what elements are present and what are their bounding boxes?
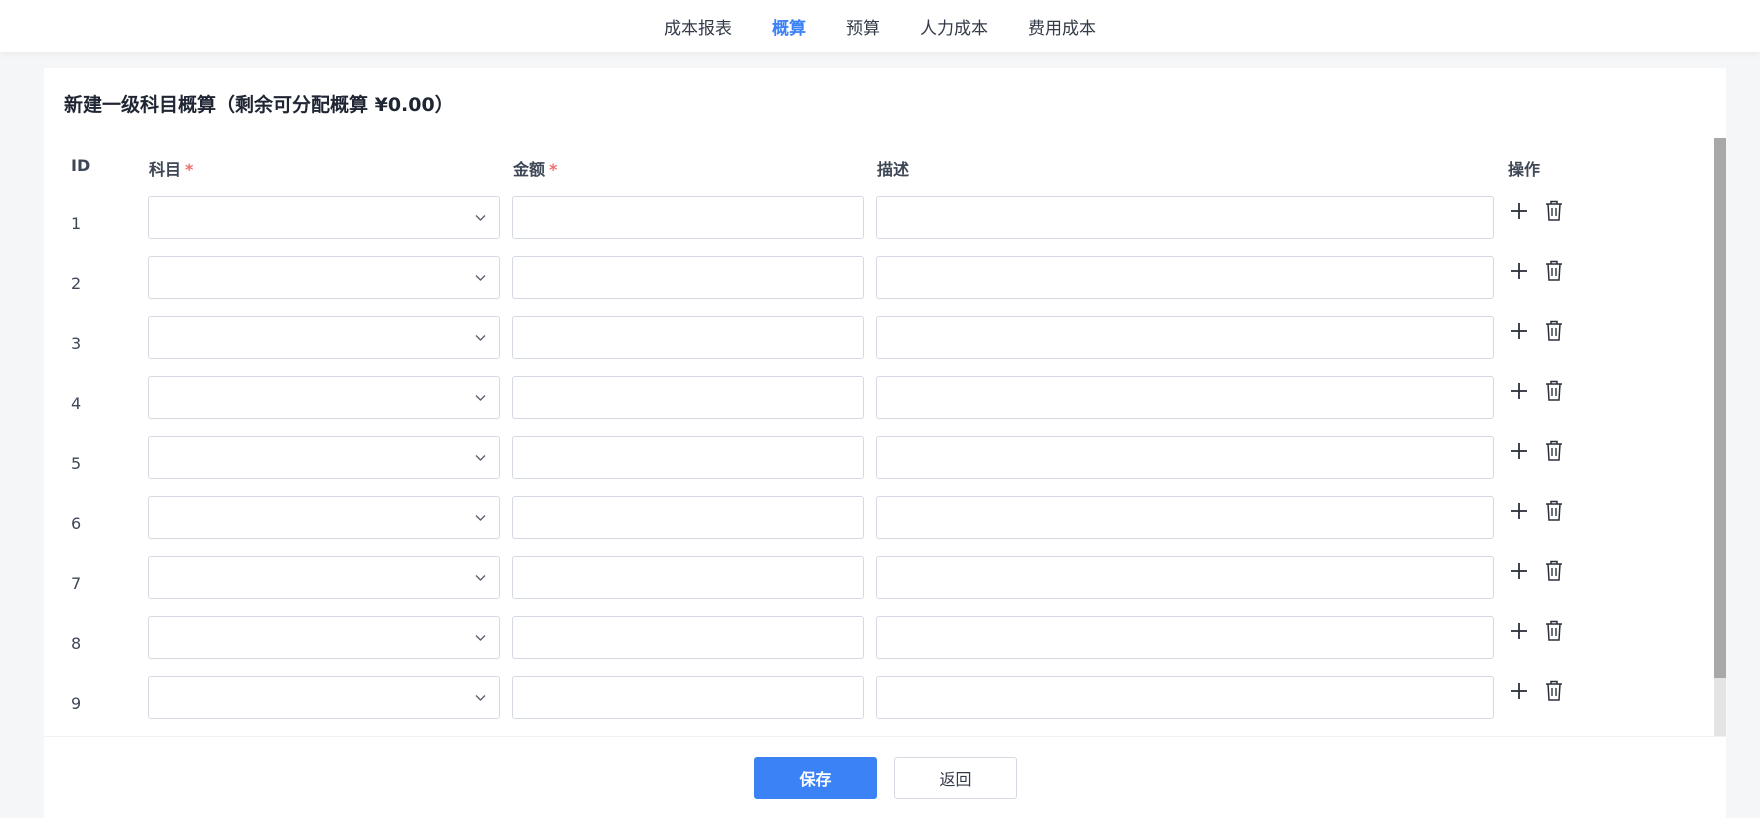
row-id: 4 [71,394,82,413]
amount-input[interactable] [512,256,864,299]
plus-icon[interactable] [1508,560,1530,582]
row-id: 7 [71,574,82,593]
plus-icon[interactable] [1508,260,1530,282]
table-row: 7 [44,552,1714,612]
estimate-table: ID 科目 * 金额 * 描述 操作 1 2 3 4 5 6 7 8 9 [44,138,1726,806]
column-header-subject: 科目 * [149,156,193,180]
chevron-down-icon [475,515,486,521]
plus-icon[interactable] [1508,500,1530,522]
required-mark: * [549,160,558,179]
amount-input[interactable] [512,196,864,239]
description-textarea[interactable] [876,676,1494,719]
subject-select[interactable] [148,196,500,239]
trash-icon[interactable] [1543,619,1565,643]
chevron-down-icon [475,695,486,701]
row-id: 6 [71,514,82,533]
description-textarea[interactable] [876,316,1494,359]
subject-select[interactable] [148,376,500,419]
amount-input[interactable] [512,436,864,479]
column-header-amount: 金额 * [513,156,557,180]
back-button[interactable]: 返回 [894,757,1017,799]
subject-select[interactable] [148,316,500,359]
trash-icon[interactable] [1543,439,1565,463]
chevron-down-icon [475,575,486,581]
form-card: 新建一级科目概算（剩余可分配概算 ¥0.00） ID 科目 * 金额 * 描述 操作… [44,68,1726,818]
column-header-id: ID [71,156,91,175]
vertical-scrollbar[interactable] [1714,138,1726,806]
table-row: 8 [44,612,1714,672]
trash-icon[interactable] [1543,199,1565,223]
tab-budget[interactable]: 预算 [826,14,900,39]
column-header-amount-label: 金额 [513,160,546,179]
amount-input[interactable] [512,616,864,659]
table-row: 4 [44,372,1714,432]
amount-input[interactable] [512,376,864,419]
trash-icon[interactable] [1543,679,1565,703]
trash-icon[interactable] [1543,319,1565,343]
subject-select[interactable] [148,616,500,659]
subject-select[interactable] [148,436,500,479]
trash-icon[interactable] [1543,559,1565,583]
subject-select[interactable] [148,556,500,599]
plus-icon[interactable] [1508,680,1530,702]
tab-expense-cost[interactable]: 费用成本 [1008,14,1116,39]
plus-icon[interactable] [1508,320,1530,342]
description-textarea[interactable] [876,256,1494,299]
chevron-down-icon [475,215,486,221]
table-row: 6 [44,492,1714,552]
row-id: 9 [71,694,82,713]
amount-input[interactable] [512,316,864,359]
tab-labor-cost[interactable]: 人力成本 [900,14,1008,39]
plus-icon[interactable] [1508,620,1530,642]
chevron-down-icon [475,275,486,281]
required-mark: * [185,160,194,179]
column-header-actions: 操作 [1508,160,1541,179]
row-id: 5 [71,454,82,473]
table-row: 1 [44,192,1714,252]
table-row: 5 [44,432,1714,492]
description-textarea[interactable] [876,496,1494,539]
subject-select[interactable] [148,496,500,539]
chevron-down-icon [475,635,486,641]
trash-icon[interactable] [1543,379,1565,403]
column-header-description: 描述 [877,160,910,179]
description-textarea[interactable] [876,556,1494,599]
row-id: 8 [71,634,82,653]
trash-icon[interactable] [1543,499,1565,523]
amount-input[interactable] [512,676,864,719]
plus-icon[interactable] [1508,440,1530,462]
column-header-subject-label: 科目 [149,160,182,179]
save-button[interactable]: 保存 [754,757,877,799]
amount-input[interactable] [512,496,864,539]
row-id: 2 [71,274,82,293]
row-id: 3 [71,334,82,353]
chevron-down-icon [475,335,486,341]
table-row: 9 [44,672,1714,732]
tab-estimate[interactable]: 概算 [752,14,826,39]
table-header: ID 科目 * 金额 * 描述 操作 [44,138,1714,194]
plus-icon[interactable] [1508,200,1530,222]
table-row: 2 [44,252,1714,312]
chevron-down-icon [475,395,486,401]
description-textarea[interactable] [876,436,1494,479]
amount-input[interactable] [512,556,864,599]
description-textarea[interactable] [876,376,1494,419]
tab-cost-report[interactable]: 成本报表 [644,14,752,39]
table-body: 1 2 3 4 5 6 7 8 9 [44,192,1714,792]
scrollbar-thumb[interactable] [1714,138,1726,678]
plus-icon[interactable] [1508,380,1530,402]
row-id: 1 [71,214,82,233]
subject-select[interactable] [148,256,500,299]
page-title: 新建一级科目概算（剩余可分配概算 ¥0.00） [64,94,454,116]
description-textarea[interactable] [876,616,1494,659]
chevron-down-icon [475,455,486,461]
top-nav: 成本报表 概算 预算 人力成本 费用成本 [0,0,1760,52]
table-row: 3 [44,312,1714,372]
description-textarea[interactable] [876,196,1494,239]
subject-select[interactable] [148,676,500,719]
trash-icon[interactable] [1543,259,1565,283]
